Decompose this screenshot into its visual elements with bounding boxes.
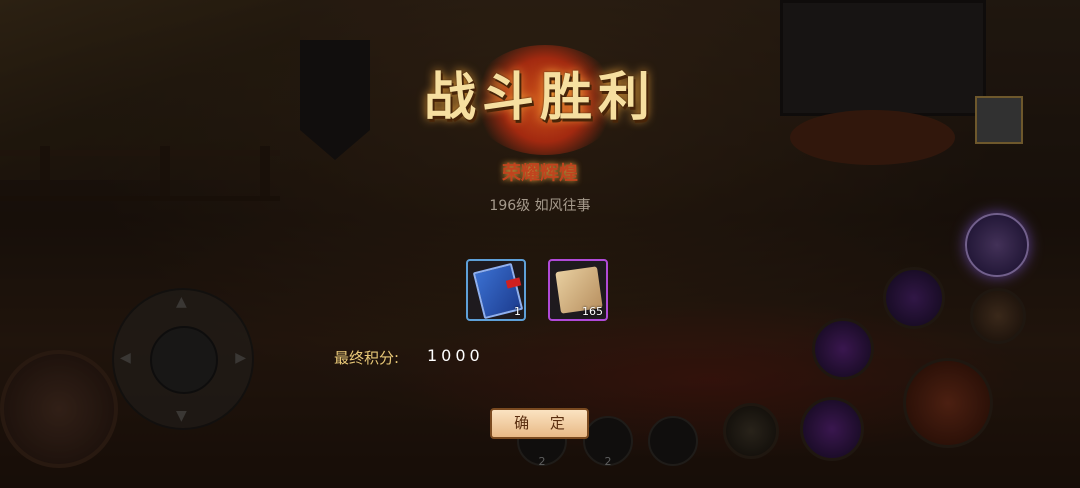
victory-title: 战斗胜利 <box>423 67 656 128</box>
final-score-value: 1000 <box>427 346 484 365</box>
confirm-button[interactable]: 确 定 <box>490 408 589 439</box>
reward-item-book[interactable]: 1 <box>466 259 526 321</box>
victory-subtitle: 荣耀辉煌 <box>501 162 578 184</box>
final-score-label: 最终积分: <box>334 349 400 367</box>
reward-count: 1 <box>514 305 521 318</box>
reward-count: 165 <box>582 305 603 318</box>
reward-item-scroll[interactable]: 165 <box>548 259 608 321</box>
player-info: 196级 如风往事 <box>489 198 591 214</box>
